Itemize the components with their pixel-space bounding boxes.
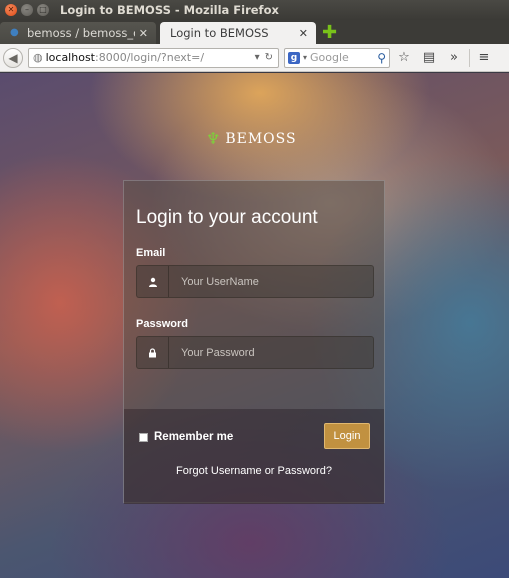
email-input-group — [136, 265, 374, 298]
lock-icon — [137, 337, 169, 368]
login-form-body: Login to your account Email Password — [124, 181, 384, 409]
reload-icon[interactable]: ↻ — [265, 52, 273, 63]
tab-strip: ● bemoss / bemoss_o... ✕ Login to BEMOSS… — [0, 20, 509, 44]
hamburger-menu-icon[interactable]: ≡ — [473, 50, 495, 65]
remember-me[interactable]: Remember me — [139, 431, 233, 443]
password-field[interactable] — [169, 337, 373, 368]
login-card: Login to your account Email Password Rem… — [123, 180, 385, 504]
globe-icon: ◍ — [33, 51, 43, 64]
email-label: Email — [136, 247, 166, 259]
tab-label: bemoss / bemoss_o... — [27, 26, 135, 40]
bookmarks-menu-icon[interactable]: ▤ — [418, 50, 440, 65]
forgot-credentials-link[interactable]: Forgot Username or Password? — [124, 465, 384, 477]
login-button[interactable]: Login — [324, 423, 370, 449]
url-host: localhost — [45, 51, 95, 64]
user-icon — [137, 266, 169, 297]
tab-login-bemoss[interactable]: Login to BEMOSS ✕ — [160, 22, 316, 44]
tab-bemoss-github[interactable]: ● bemoss / bemoss_o... ✕ — [0, 22, 156, 44]
brand-logo: ♆ BEMOSS — [206, 129, 297, 148]
brand-name: BEMOSS — [225, 130, 297, 147]
back-arrow-icon[interactable]: ◀ — [3, 47, 23, 68]
window-controls: ✕ – □ — [0, 4, 49, 16]
email-field[interactable] — [169, 266, 373, 297]
search-engine-dropdown-icon[interactable]: ▾ — [303, 53, 307, 62]
toolbar-divider — [469, 48, 470, 67]
window-close-icon[interactable]: ✕ — [5, 4, 17, 16]
remember-me-checkbox[interactable] — [139, 432, 148, 442]
github-favicon-icon: ● — [10, 27, 19, 38]
login-form-footer: Remember me Login Forgot Username or Pas… — [124, 409, 384, 504]
search-placeholder: Google — [310, 51, 349, 64]
login-title: Login to your account — [136, 207, 318, 228]
tab-label: Login to BEMOSS — [170, 26, 269, 40]
tab-close-icon[interactable]: ✕ — [139, 27, 148, 40]
search-bar[interactable]: g ▾ Google ⚲ — [284, 47, 390, 68]
bulb-logo-icon: ♆ — [206, 129, 222, 148]
window-maximize-icon[interactable]: □ — [37, 4, 49, 16]
page-content: ♆ BEMOSS Login to your account Email Pas… — [0, 73, 509, 578]
url-bar[interactable]: ◍ localhost :8000/login/?next=/ ▾ ↻ — [28, 47, 279, 68]
new-tab-icon[interactable]: ✚ — [322, 22, 337, 44]
overflow-chevron-icon[interactable]: » — [443, 50, 465, 65]
password-label: Password — [136, 318, 188, 330]
window-title: Login to BEMOSS - Mozilla Firefox — [60, 3, 279, 17]
url-path: :8000/login/?next=/ — [95, 51, 205, 64]
url-dropdown-icon[interactable]: ▾ — [255, 52, 260, 63]
window-minimize-icon[interactable]: – — [21, 4, 33, 16]
search-magnifier-icon[interactable]: ⚲ — [377, 51, 386, 65]
window-titlebar: ✕ – □ Login to BEMOSS - Mozilla Firefox — [0, 0, 509, 20]
navigation-toolbar: ◀ ◍ localhost :8000/login/?next=/ ▾ ↻ g … — [0, 44, 509, 72]
search-engine-icon[interactable]: g — [288, 51, 300, 64]
remember-me-label: Remember me — [154, 431, 234, 443]
password-input-group — [136, 336, 374, 369]
tab-close-icon[interactable]: ✕ — [299, 27, 308, 40]
bookmark-star-icon[interactable]: ☆ — [393, 50, 415, 65]
